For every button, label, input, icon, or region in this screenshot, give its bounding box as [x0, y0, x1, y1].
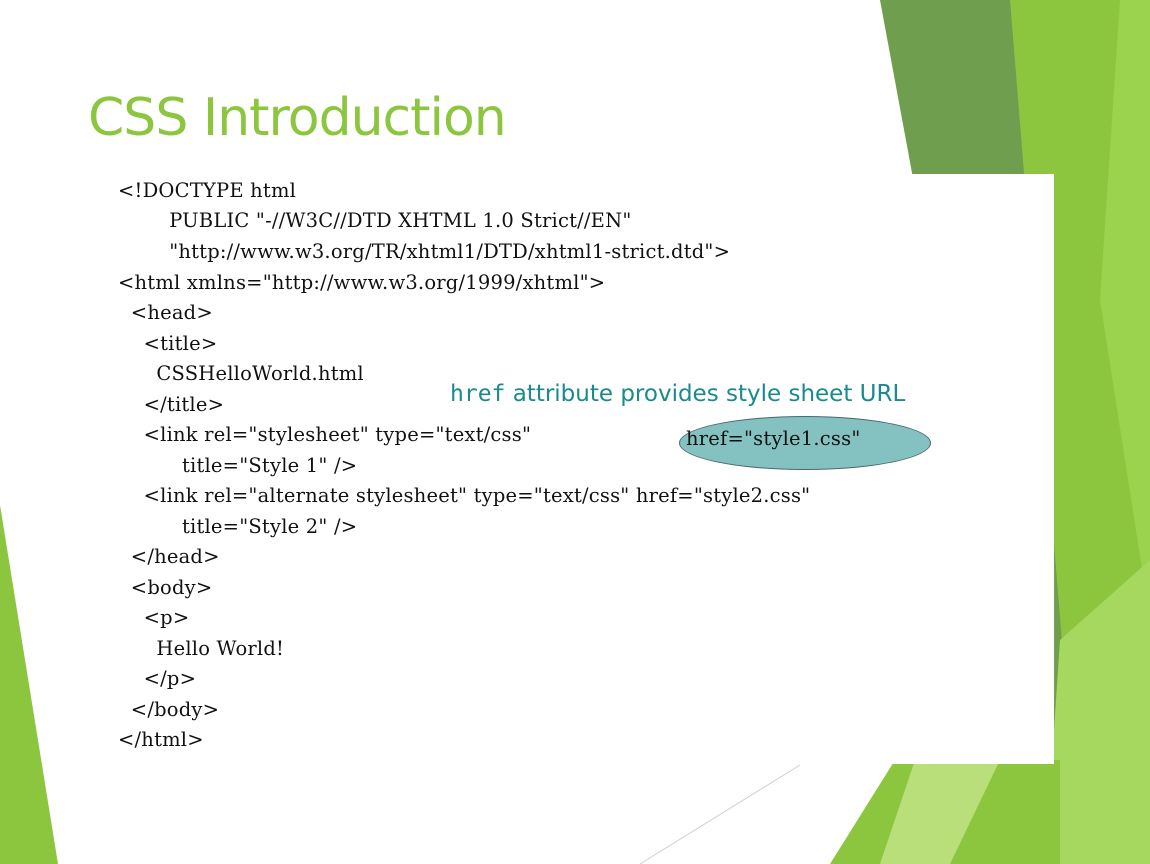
- code-line: <body>: [118, 576, 213, 599]
- slide-title: CSS Introduction: [88, 88, 507, 148]
- code-line: title="Style 2" />: [118, 515, 358, 538]
- code-line: <link rel="stylesheet" type="text/css": [118, 423, 538, 446]
- code-line: PUBLIC "-//W3C//DTD XHTML 1.0 Strict//EN…: [118, 209, 632, 232]
- code-line: </html>: [118, 728, 204, 751]
- code-line: <link rel="alternate stylesheet" type="t…: [118, 484, 811, 507]
- slide: CSS Introduction <!DOCTYPE html PUBLIC "…: [0, 0, 1150, 864]
- code-line: </body>: [118, 698, 220, 721]
- code-line: <html xmlns="http://www.w3.org/1999/xhtm…: [118, 271, 606, 294]
- code-line: </p>: [118, 667, 197, 690]
- code-line: <!DOCTYPE html: [118, 179, 297, 202]
- annotation-code-word: href: [450, 381, 506, 407]
- code-line: <title>: [118, 332, 218, 355]
- highlighted-href-attribute: href="style1.css": [686, 427, 861, 450]
- code-line: title="Style 1" />: [118, 454, 358, 477]
- code-line: </title>: [118, 393, 225, 416]
- code-line: <head>: [118, 301, 213, 324]
- annotation-text: attribute provides style sheet URL: [505, 381, 906, 407]
- code-line: "http://www.w3.org/TR/xhtml1/DTD/xhtml1-…: [118, 240, 731, 263]
- code-line: </head>: [118, 545, 220, 568]
- code-line: Hello World!: [118, 637, 285, 660]
- code-sample-panel: <!DOCTYPE html PUBLIC "-//W3C//DTD XHTML…: [108, 174, 1054, 764]
- left-green-triangle: [0, 505, 58, 864]
- code-line: <p>: [118, 606, 190, 629]
- code-line: CSSHelloWorld.html: [118, 362, 364, 385]
- thin-decor-line-bottom: [639, 764, 801, 864]
- href-annotation-callout: href attribute provides style sheet URL: [450, 376, 905, 412]
